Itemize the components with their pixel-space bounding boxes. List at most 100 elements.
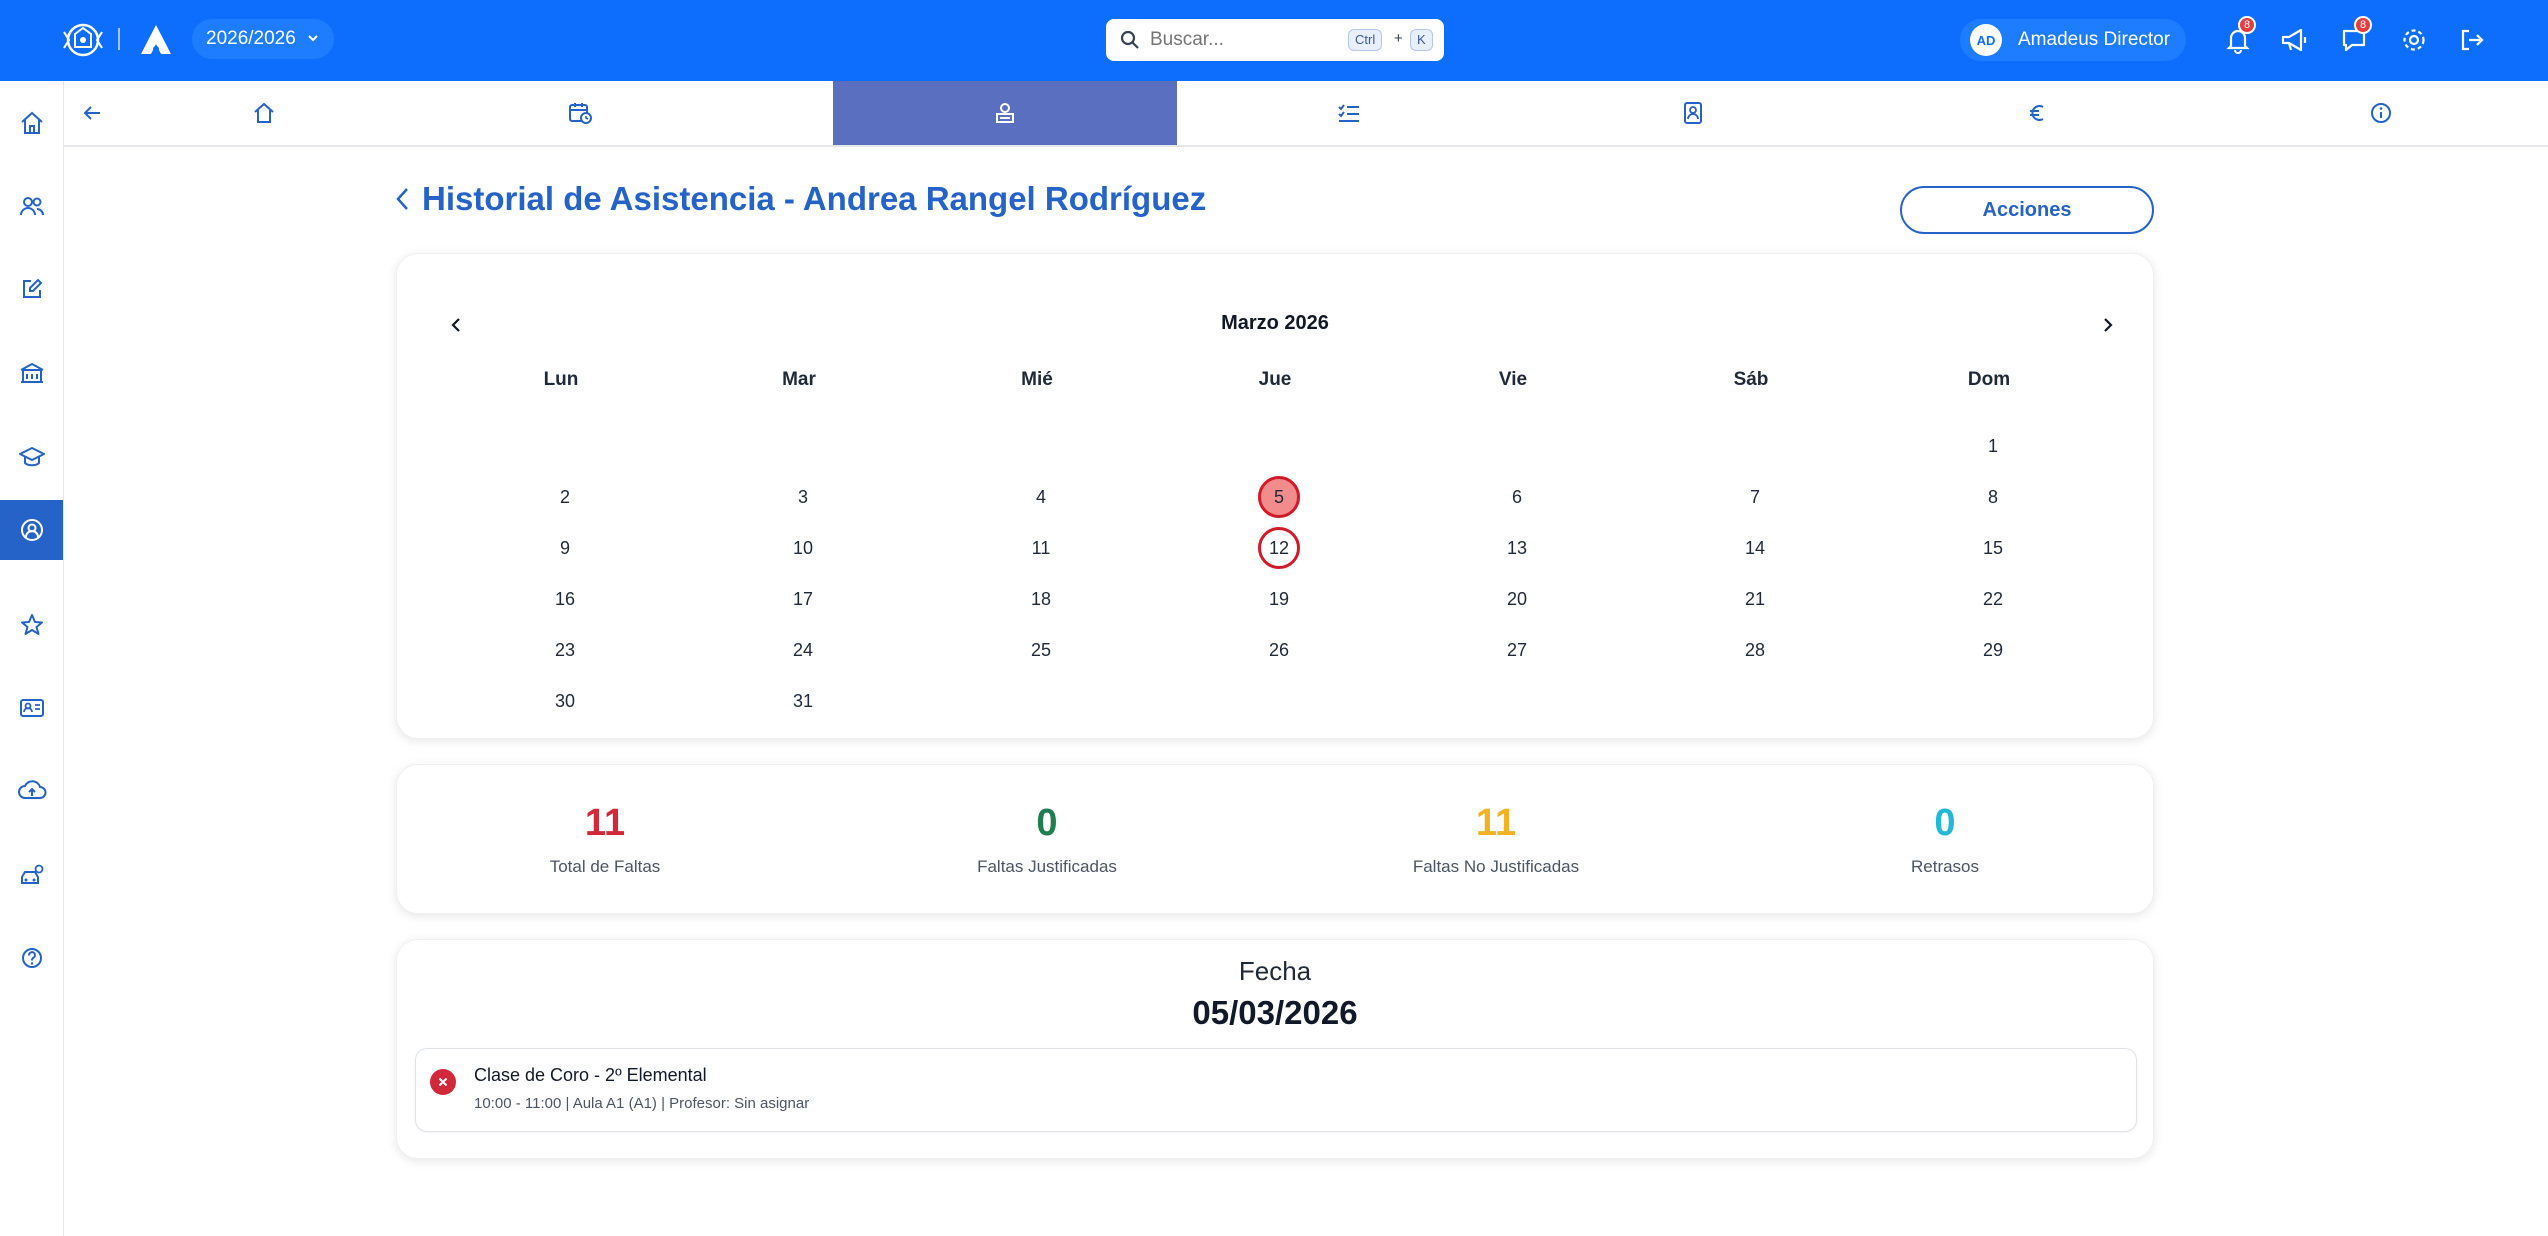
home-icon: [20, 111, 43, 134]
weekday-header: Lun: [543, 369, 579, 390]
megaphone-icon: [2281, 28, 2307, 52]
shortcut-k-key: K: [1410, 29, 1433, 51]
home-icon: [254, 102, 274, 123]
weekday-header: Mié: [1021, 369, 1053, 390]
sidebar-item-school[interactable]: [0, 343, 63, 403]
settings-button[interactable]: [2396, 22, 2432, 58]
calendar-day[interactable]: 27: [1496, 629, 1538, 671]
calendar-day[interactable]: 7: [1734, 476, 1776, 518]
institution-seal-icon[interactable]: [58, 20, 108, 60]
sidebar-item-users[interactable]: [0, 176, 63, 236]
sidebar-item-students[interactable]: [0, 500, 63, 560]
stat-label: Faltas Justificadas: [977, 857, 1117, 876]
actions-button[interactable]: Acciones: [1900, 186, 2154, 234]
calendar-day-absence[interactable]: 5: [1258, 476, 1300, 518]
announcements-button[interactable]: [2276, 22, 2312, 58]
calendar-day[interactable]: 3: [782, 476, 824, 518]
calendar-day[interactable]: 8: [1972, 476, 2014, 518]
calendar-day[interactable]: 11: [1020, 527, 1062, 569]
logout-button[interactable]: [2454, 22, 2490, 58]
settings-car-icon: [20, 864, 43, 884]
profile-book-icon: [1684, 102, 1702, 124]
tab-back[interactable]: [70, 81, 114, 145]
attendance-calendar: Marzo 2026 Lun Mar Mié Jue Vie Sáb Dom 1 2 3 4 5 6 7 8…: [396, 253, 2154, 739]
calendar-day[interactable]: 26: [1258, 629, 1300, 671]
users-icon: [19, 197, 44, 216]
session-meta: 10:00 - 11:00 | Aula A1 (A1) | Profesor:…: [474, 1095, 810, 1112]
selected-date: 05/03/2026: [1192, 994, 1358, 1031]
chevron-left-icon[interactable]: [394, 185, 410, 213]
tab-schedule[interactable]: [408, 81, 752, 145]
calendar-day[interactable]: 10: [782, 527, 824, 569]
date-label: Fecha: [1238, 956, 1312, 986]
tab-tasks[interactable]: [1177, 81, 1521, 145]
sidebar-item-favorites[interactable]: [0, 595, 63, 655]
app-logo-icon[interactable]: [138, 22, 174, 58]
gear-icon: [2403, 29, 2425, 51]
chevron-right-icon: [2104, 318, 2113, 332]
stat-unjustified-absences: 11 Faltas No Justificadas: [1346, 801, 1646, 877]
tab-info[interactable]: [2209, 81, 2548, 145]
messages-button[interactable]: 8: [2336, 16, 2372, 58]
page-header: Historial de Asistencia - Andrea Rangel …: [394, 180, 1206, 218]
calendar-day[interactable]: 20: [1496, 578, 1538, 620]
tab-home[interactable]: [120, 81, 408, 145]
stat-label: Retrasos: [1910, 857, 1980, 876]
calendar-day[interactable]: 25: [1020, 629, 1062, 671]
calendar-day[interactable]: 13: [1496, 527, 1538, 569]
notifications-badge: 8: [2238, 16, 2256, 34]
calendar-day[interactable]: 31: [782, 680, 824, 722]
calendar-day[interactable]: 19: [1258, 578, 1300, 620]
sidebar-item-upload[interactable]: [0, 761, 63, 821]
calendar-day-absence[interactable]: 12: [1258, 527, 1300, 569]
calendar-day[interactable]: 18: [1020, 578, 1062, 620]
euro-icon: [2030, 105, 2044, 121]
cloud-upload-icon: [17, 780, 46, 799]
search-icon: [1120, 30, 1139, 49]
sidebar-item-courses[interactable]: [0, 427, 63, 487]
sidebar-item-transport[interactable]: [0, 845, 63, 905]
sidebar-item-home[interactable]: [0, 93, 63, 153]
academic-year-select[interactable]: 2026/2026: [192, 19, 334, 59]
calendar-day[interactable]: 15: [1972, 527, 2014, 569]
info-icon: [2371, 103, 2391, 123]
sidebar: [0, 81, 64, 1236]
calendar-day[interactable]: 4: [1020, 476, 1062, 518]
sidebar-item-edit[interactable]: [0, 259, 63, 319]
building-icon: [20, 362, 43, 383]
next-month-button[interactable]: [2093, 310, 2123, 340]
calendar-day[interactable]: 28: [1734, 629, 1776, 671]
stat-justified-absences: 0 Faltas Justificadas: [897, 801, 1197, 877]
calendar-day[interactable]: 6: [1496, 476, 1538, 518]
day-detail: Fecha 05/03/2026 Clase de Coro - 2º Elem…: [396, 939, 2154, 1159]
tab-payments[interactable]: [1865, 81, 2209, 145]
notifications-button[interactable]: 8: [2220, 16, 2256, 58]
calendar-day[interactable]: 14: [1734, 527, 1776, 569]
graduation-icon: [18, 447, 45, 467]
calendar-day[interactable]: 22: [1972, 578, 2014, 620]
calendar-day[interactable]: 2: [544, 476, 586, 518]
calendar-day[interactable]: 23: [544, 629, 586, 671]
weekday-header: Mar: [782, 369, 816, 390]
calendar-day[interactable]: 1: [1972, 425, 2014, 467]
tab-profile[interactable]: [1521, 81, 1865, 145]
calendar-day[interactable]: 30: [544, 680, 586, 722]
calendar-day[interactable]: 16: [544, 578, 586, 620]
user-menu[interactable]: AD Amadeus Director: [1960, 19, 2186, 61]
calendar-day[interactable]: 17: [782, 578, 824, 620]
logout-icon: [2461, 29, 2484, 51]
attendance-summary: 11 Total de Faltas 0 Faltas Justificadas…: [396, 764, 2154, 914]
calendar-day[interactable]: 29: [1972, 629, 2014, 671]
global-search[interactable]: Ctrl + K: [1106, 19, 1444, 61]
search-input[interactable]: [1150, 29, 1350, 51]
calendar-day[interactable]: 24: [782, 629, 824, 671]
tab-attendance[interactable]: [833, 81, 1177, 145]
avatar: AD: [1970, 24, 2002, 56]
help-icon: [21, 948, 42, 968]
session-item[interactable]: Clase de Coro - 2º Elemental 10:00 - 11:…: [415, 1048, 2137, 1132]
calendar-day[interactable]: 9: [544, 527, 586, 569]
calendar-day[interactable]: 21: [1734, 578, 1776, 620]
sidebar-item-cards[interactable]: [0, 678, 63, 738]
sidebar-item-help[interactable]: [0, 928, 63, 988]
user-circle-icon: [20, 519, 43, 541]
